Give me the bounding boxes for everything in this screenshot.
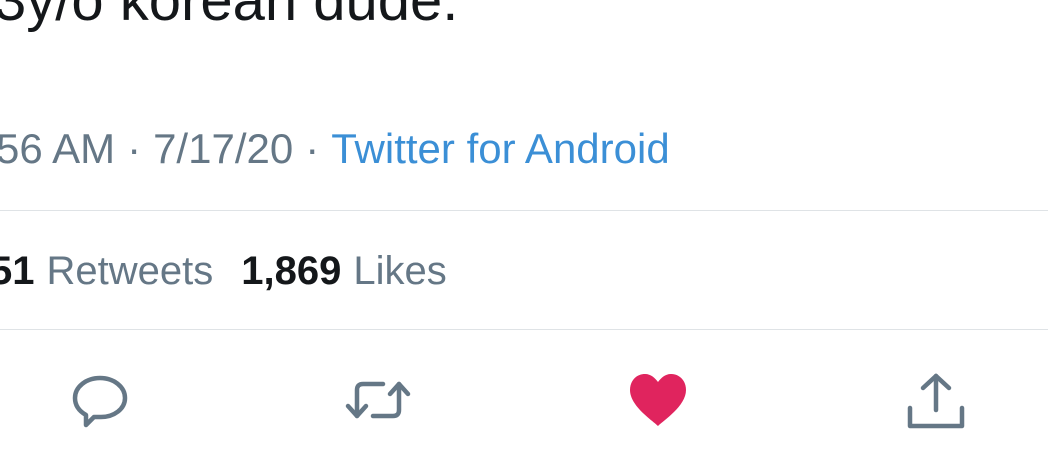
tweet-detail-screen: 3y/o korean dude. 56 AM · 7/17/20 · Twitter … [0, 0, 1048, 454]
reply-button[interactable] [60, 360, 140, 440]
heart-icon [630, 374, 686, 426]
tweet-time: 56 AM [0, 125, 116, 172]
tweet-date[interactable]: 7/17/20 [153, 125, 293, 172]
likes-label: Likes [353, 249, 447, 293]
reply-icon [72, 375, 128, 428]
likes-count: 1,869 [241, 249, 342, 293]
meta-separator: · [305, 125, 320, 172]
retweets-label: Retweets [46, 249, 214, 293]
tweet-stats: 51 Retweets 1,869 Likes [0, 246, 447, 296]
likes-stat[interactable]: 1,869 Likes [241, 249, 447, 293]
tweet-action-bar [0, 360, 1048, 440]
tweet-text: 3y/o korean dude. [0, 0, 459, 33]
divider [0, 329, 1048, 330]
retweet-button[interactable] [338, 360, 418, 440]
divider [0, 210, 1048, 211]
meta-separator: · [127, 125, 142, 172]
like-button[interactable] [618, 360, 698, 440]
retweets-stat[interactable]: 51 Retweets [0, 249, 213, 293]
retweet-icon [345, 381, 411, 419]
share-button[interactable] [896, 360, 976, 440]
retweets-count: 51 [0, 249, 35, 293]
share-icon [907, 373, 965, 429]
tweet-source-link[interactable]: Twitter for Android [331, 125, 669, 172]
tweet-metadata: 56 AM · 7/17/20 · Twitter for Android [0, 124, 670, 174]
